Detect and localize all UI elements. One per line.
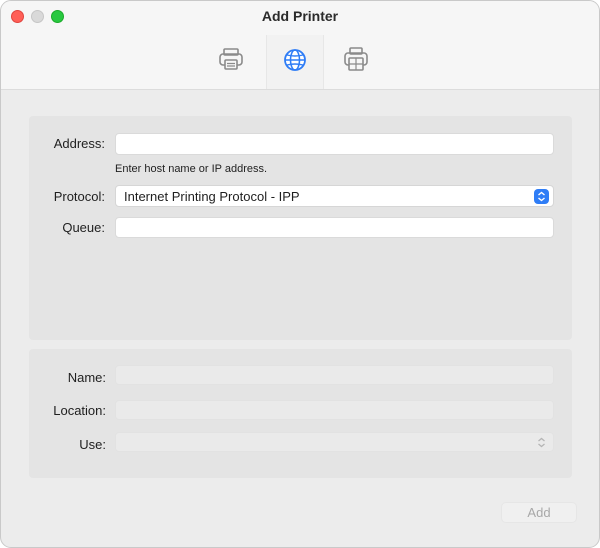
printer-windows-icon (343, 46, 369, 77)
address-label: Address: (53, 136, 105, 151)
location-label: Location: (53, 403, 106, 418)
protocol-value: Internet Printing Protocol - IPP (124, 188, 300, 204)
use-select[interactable] (115, 432, 554, 452)
queue-input[interactable] (115, 217, 554, 238)
toolbar-windows-printer-button[interactable] (338, 43, 374, 79)
toolbar-default-printer-button[interactable] (213, 43, 249, 79)
protocol-select[interactable]: Internet Printing Protocol - IPP (115, 185, 554, 207)
add-button[interactable]: Add (501, 502, 577, 523)
toolbar-ip-button[interactable] (266, 35, 324, 89)
chevron-updown-icon (534, 435, 549, 450)
address-hint: Enter host name or IP address. (115, 163, 268, 175)
location-input[interactable] (115, 400, 554, 420)
use-label: Use: (79, 437, 106, 452)
address-input[interactable] (115, 133, 554, 155)
titlebar: Add Printer (1, 1, 599, 90)
add-printer-window: Add Printer Address: Enter host name or … (0, 0, 600, 548)
protocol-label: Protocol: (53, 189, 105, 204)
globe-icon (282, 47, 308, 78)
name-input[interactable] (115, 365, 554, 385)
queue-label: Queue: (62, 220, 105, 235)
printer-icon (218, 47, 244, 76)
window-title: Add Printer (261, 8, 339, 24)
name-label: Name: (67, 370, 106, 385)
chevron-updown-icon (534, 188, 549, 204)
